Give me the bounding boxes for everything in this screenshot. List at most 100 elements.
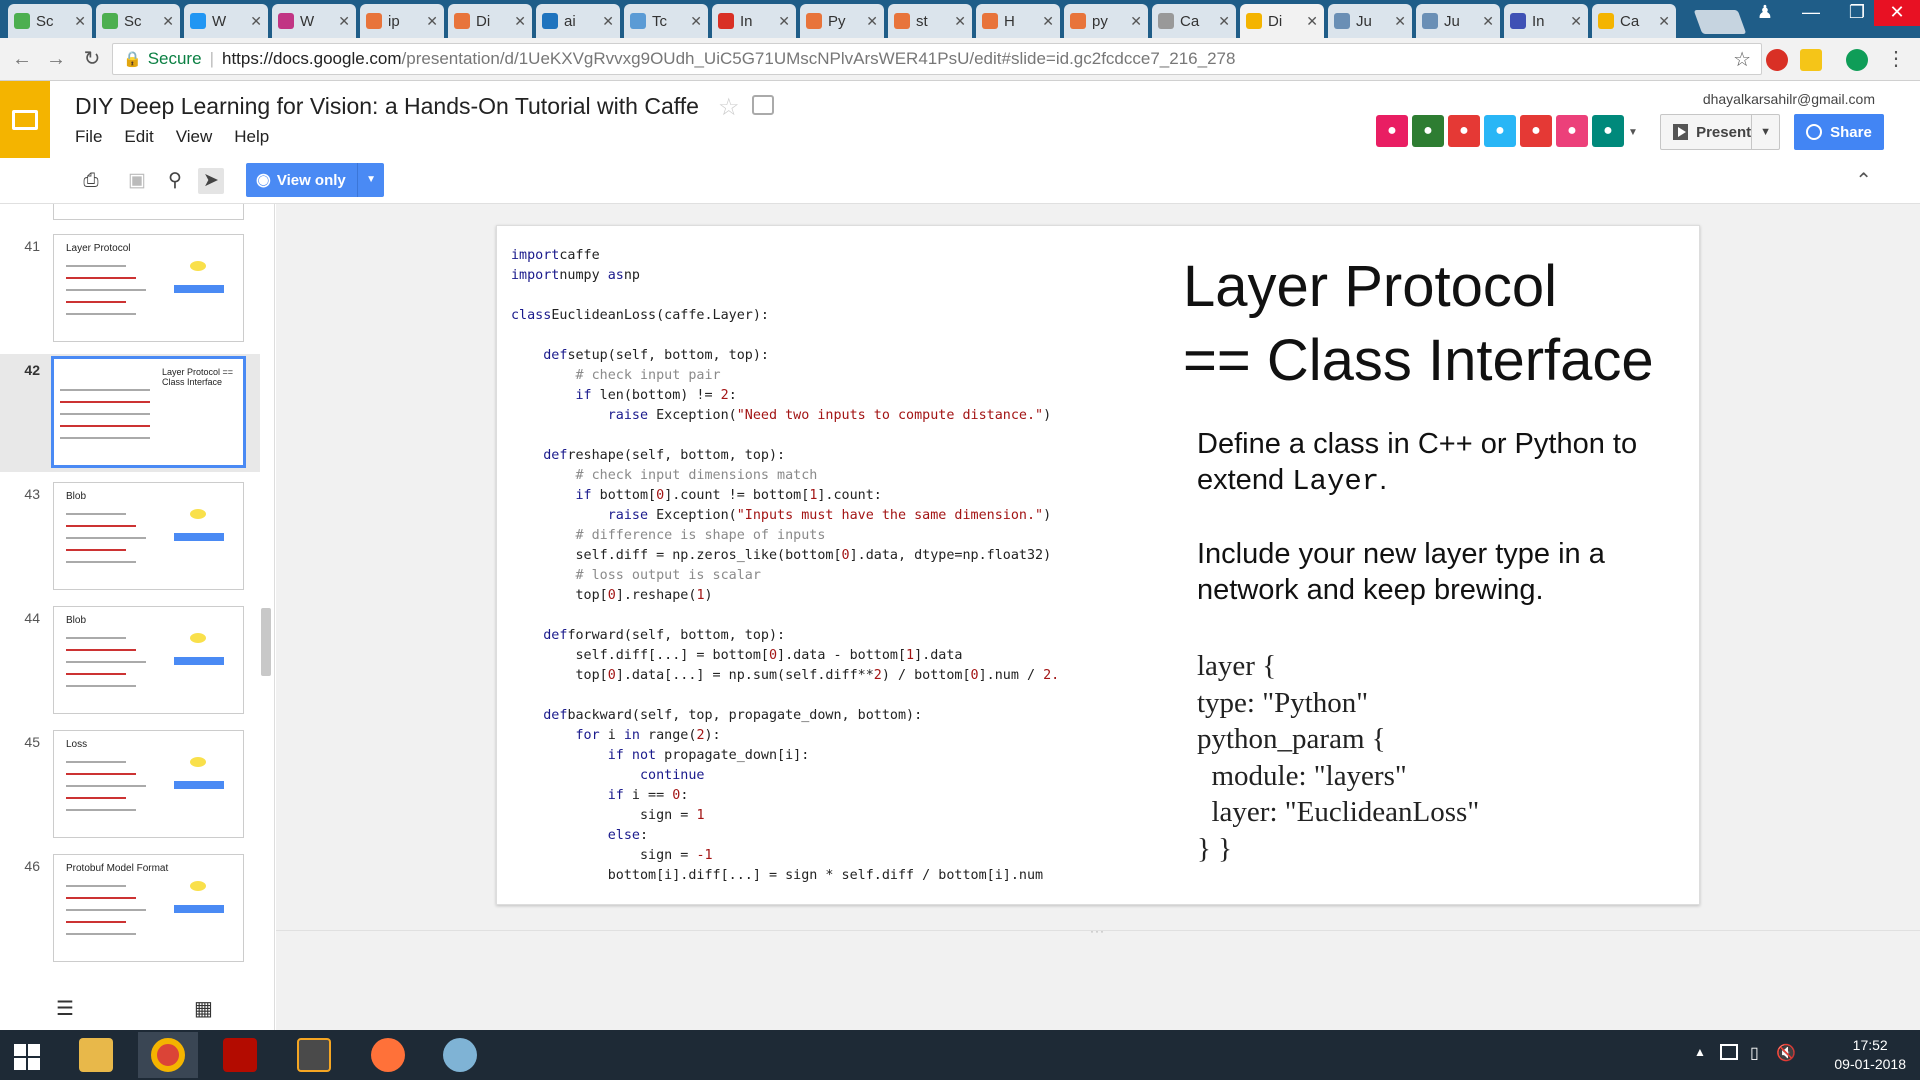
collapse-chevron-icon[interactable]: ⌃ xyxy=(1855,168,1872,193)
tab-close-icon[interactable]: ✕ xyxy=(74,13,86,30)
list-view-icon[interactable]: ☰ xyxy=(56,996,74,1021)
acrobat-icon[interactable] xyxy=(210,1032,270,1078)
slide-thumbnail[interactable]: Blob xyxy=(53,482,244,590)
tab-close-icon[interactable]: ✕ xyxy=(1218,13,1230,30)
system-clock[interactable]: 17:52 09-01-2018 xyxy=(1834,1036,1906,1074)
browser-tab[interactable]: Di ✕ xyxy=(448,4,532,38)
reload-icon[interactable]: ↻ xyxy=(80,47,104,71)
tab-close-icon[interactable]: ✕ xyxy=(1394,13,1406,30)
chrome-icon[interactable] xyxy=(138,1032,198,1078)
addon-icon[interactable]: ● xyxy=(1520,115,1552,147)
tab-close-icon[interactable]: ✕ xyxy=(690,13,702,30)
extension-icon-yellow[interactable] xyxy=(1800,49,1822,71)
tab-close-icon[interactable]: ✕ xyxy=(1658,13,1670,30)
filmstrip-slide[interactable]: 43 Blob xyxy=(0,478,260,596)
browser-tab[interactable]: Py ✕ xyxy=(800,4,884,38)
firefox-icon[interactable] xyxy=(358,1032,418,1078)
menu-file[interactable]: File xyxy=(75,127,102,147)
paint-icon[interactable] xyxy=(430,1032,490,1078)
tab-close-icon[interactable]: ✕ xyxy=(514,13,526,30)
browser-tab[interactable]: ai ✕ xyxy=(536,4,620,38)
browser-tab[interactable]: W ✕ xyxy=(184,4,268,38)
tray-overflow-icon[interactable]: ▲ xyxy=(1694,1045,1706,1059)
browser-tab[interactable]: Ju ✕ xyxy=(1328,4,1412,38)
desktop-icon[interactable] xyxy=(1720,1044,1738,1060)
slide-thumbnail[interactable]: Protobuf Model Format xyxy=(53,854,244,962)
slide-thumbnail-partial[interactable] xyxy=(53,204,244,220)
slide-thumbnail[interactable]: Loss xyxy=(53,730,244,838)
filmstrip-slide[interactable]: 41 Layer Protocol xyxy=(0,230,260,348)
select-pointer-icon[interactable]: ➤ xyxy=(198,168,224,194)
grid-view-icon[interactable]: ▦ xyxy=(194,996,213,1021)
slides-logo-icon[interactable] xyxy=(0,81,50,158)
addon-icon[interactable]: ● xyxy=(1376,115,1408,147)
tab-close-icon[interactable]: ✕ xyxy=(1130,13,1142,30)
star-icon[interactable]: ☆ xyxy=(718,93,740,122)
browser-menu-icon[interactable]: ⋮ xyxy=(1886,46,1906,71)
menu-view[interactable]: View xyxy=(176,127,213,147)
tab-close-icon[interactable]: ✕ xyxy=(954,13,966,30)
tab-close-icon[interactable]: ✕ xyxy=(250,13,262,30)
browser-tab[interactable]: Sc ✕ xyxy=(96,4,180,38)
filmstrip-scrollbar[interactable] xyxy=(261,608,271,676)
tab-close-icon[interactable]: ✕ xyxy=(778,13,790,30)
tab-close-icon[interactable]: ✕ xyxy=(602,13,614,30)
browser-tab[interactable]: Tc ✕ xyxy=(624,4,708,38)
slide-filmstrip[interactable]: 41 Layer Protocol 42 Layer Protocol == Clas… xyxy=(0,204,275,1030)
windows-start-icon[interactable] xyxy=(14,1044,40,1070)
tab-close-icon[interactable]: ✕ xyxy=(1042,13,1054,30)
view-only-dropdown-icon[interactable]: ▼ xyxy=(357,163,384,197)
print-icon[interactable]: ⎙ xyxy=(78,168,104,194)
tab-close-icon[interactable]: ✕ xyxy=(866,13,878,30)
addons-dropdown-icon[interactable]: ▼ xyxy=(1628,127,1638,138)
slide-thumbnail[interactable]: Layer Protocol xyxy=(53,234,244,342)
menu-help[interactable]: Help xyxy=(234,127,269,147)
tab-close-icon[interactable]: ✕ xyxy=(1306,13,1318,30)
bookmark-star-icon[interactable]: ☆ xyxy=(1733,47,1751,72)
browser-tab[interactable]: W ✕ xyxy=(272,4,356,38)
file-explorer-icon[interactable] xyxy=(66,1032,126,1078)
drive-folder-icon[interactable] xyxy=(752,95,774,115)
browser-tab[interactable]: H ✕ xyxy=(976,4,1060,38)
forward-icon[interactable]: → xyxy=(44,47,68,71)
filmstrip-slide[interactable]: 45 Loss xyxy=(0,726,260,844)
browser-tab[interactable]: Sc ✕ xyxy=(8,4,92,38)
addon-icon[interactable]: ● xyxy=(1484,115,1516,147)
present-button[interactable]: Present ▼ xyxy=(1660,114,1780,150)
browser-tab[interactable]: Di ✕ xyxy=(1240,4,1324,38)
browser-tab[interactable]: py ✕ xyxy=(1064,4,1148,38)
extension-icon-red[interactable] xyxy=(1766,49,1788,71)
addon-icon[interactable]: ● xyxy=(1412,115,1444,147)
tab-close-icon[interactable]: ✕ xyxy=(426,13,438,30)
tab-close-icon[interactable]: ✕ xyxy=(1482,13,1494,30)
zoom-icon[interactable]: ⚲ xyxy=(162,168,188,194)
fit-icon[interactable]: ▣ xyxy=(124,168,150,194)
minimize-button[interactable]: — xyxy=(1788,0,1834,26)
browser-tab[interactable]: ip ✕ xyxy=(360,4,444,38)
tab-close-icon[interactable]: ✕ xyxy=(162,13,174,30)
volume-muted-icon[interactable]: 🔇 xyxy=(1776,1043,1796,1063)
notes-resize-handle[interactable]: ··· xyxy=(1090,924,1105,938)
tab-close-icon[interactable]: ✕ xyxy=(338,13,350,30)
addon-icon[interactable]: ● xyxy=(1448,115,1480,147)
browser-tab[interactable]: st ✕ xyxy=(888,4,972,38)
menu-edit[interactable]: Edit xyxy=(124,127,153,147)
battery-icon[interactable]: ▯ xyxy=(1750,1043,1759,1063)
profile-icon[interactable]: ♟ xyxy=(1742,0,1788,26)
filmstrip-slide[interactable]: 44 Blob xyxy=(0,602,260,720)
present-dropdown-icon[interactable]: ▼ xyxy=(1751,115,1779,149)
account-email[interactable]: dhayalkarsahilr@gmail.com xyxy=(1703,91,1875,107)
new-tab-button[interactable] xyxy=(1693,10,1747,34)
filmstrip-slide[interactable]: 46 Protobuf Model Format xyxy=(0,850,260,968)
tab-close-icon[interactable]: ✕ xyxy=(1570,13,1582,30)
browser-tab[interactable]: Ju ✕ xyxy=(1416,4,1500,38)
share-button[interactable]: Share xyxy=(1794,114,1884,150)
filmstrip-slide[interactable]: 42 Layer Protocol == Class Interface xyxy=(0,354,260,472)
sublime-text-icon[interactable] xyxy=(284,1032,344,1078)
addon-icon[interactable]: ● xyxy=(1592,115,1624,147)
browser-tab[interactable]: Ca ✕ xyxy=(1152,4,1236,38)
browser-tab[interactable]: In ✕ xyxy=(1504,4,1588,38)
back-icon[interactable]: ← xyxy=(10,47,34,71)
close-window-button[interactable]: ✕ xyxy=(1874,0,1920,26)
url-input[interactable]: 🔒 Secure | https://docs.google.com/prese… xyxy=(112,43,1762,75)
